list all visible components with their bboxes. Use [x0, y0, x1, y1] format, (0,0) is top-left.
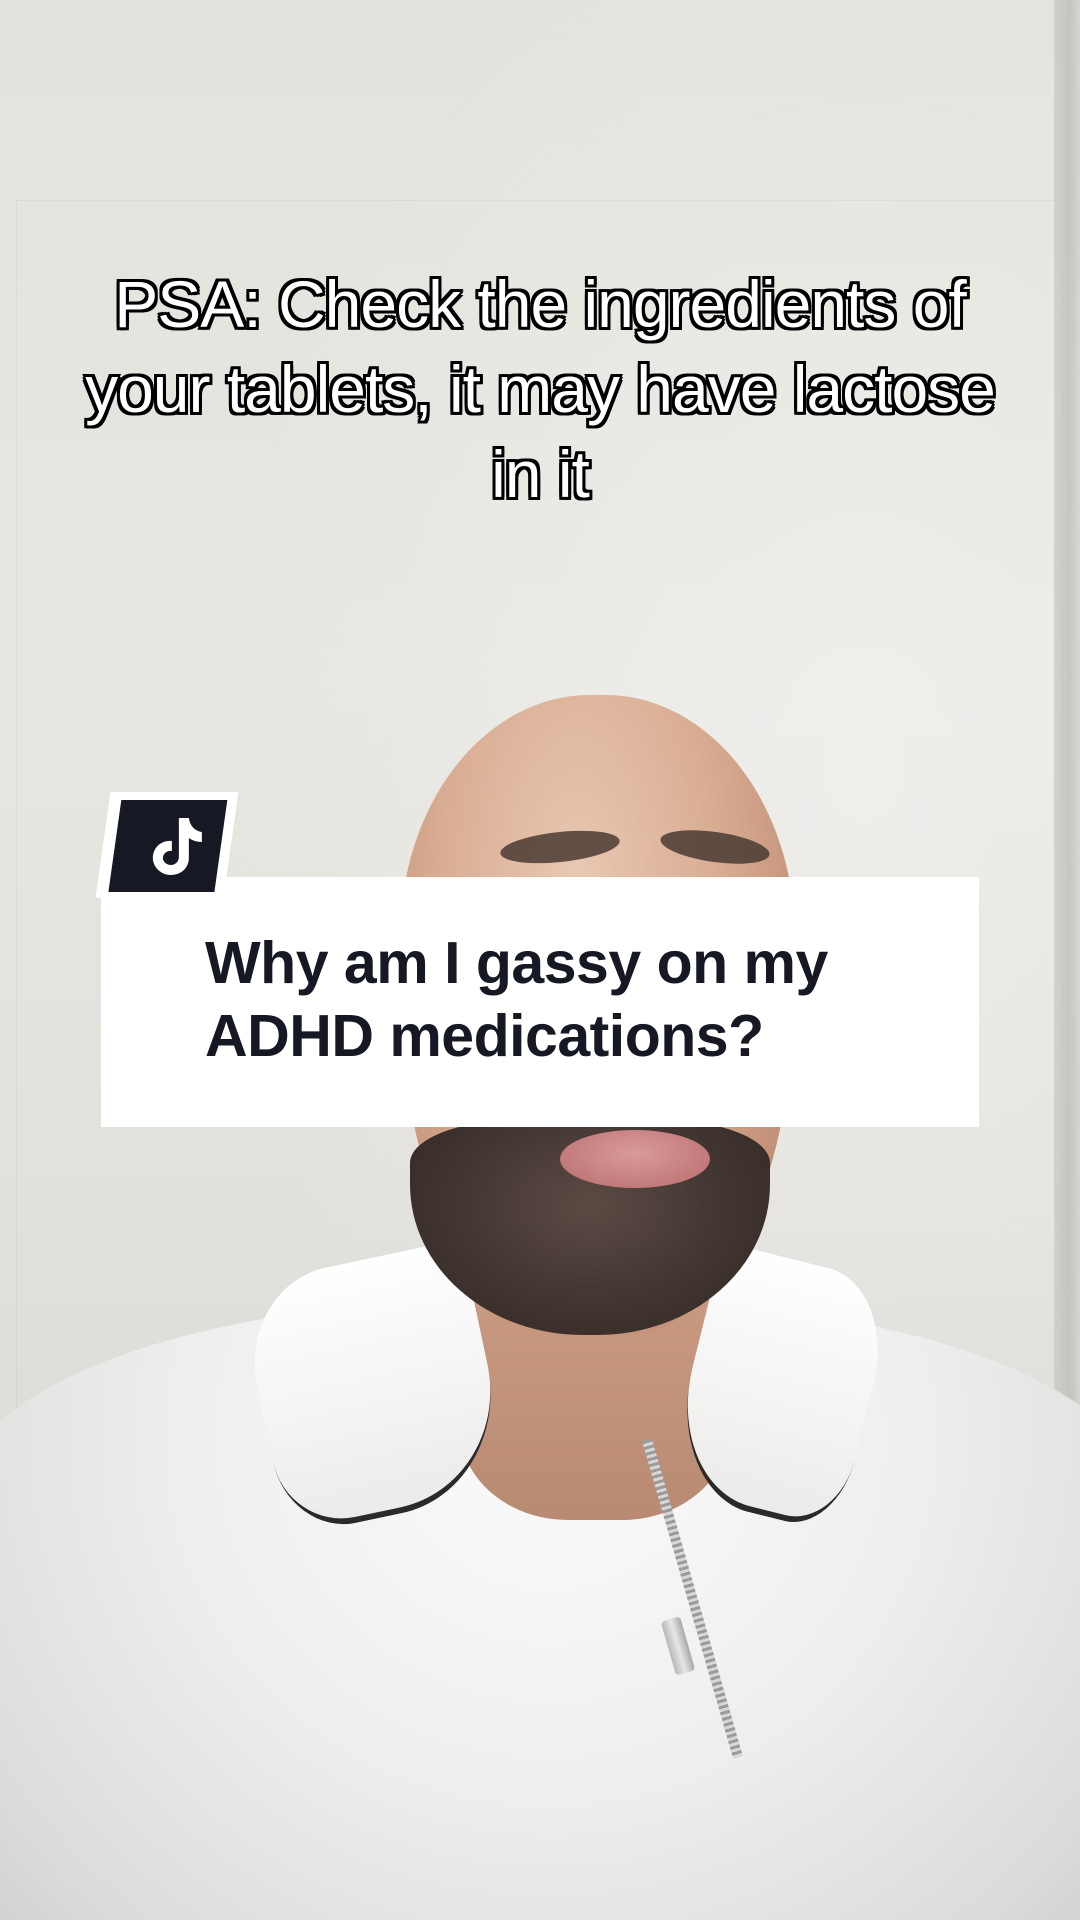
psa-caption: PSA: Check the ingredients of your table…: [84, 266, 998, 513]
logo-background: [108, 800, 228, 892]
comment-question: Why am I gassy on my ADHD medications?: [205, 930, 828, 1069]
comment-reply-card[interactable]: Why am I gassy on my ADHD medications?: [101, 877, 979, 1127]
tiktok-logo-icon: [152, 818, 202, 875]
tiktok-logo-badge: [95, 792, 239, 898]
person-lips: [560, 1130, 710, 1188]
